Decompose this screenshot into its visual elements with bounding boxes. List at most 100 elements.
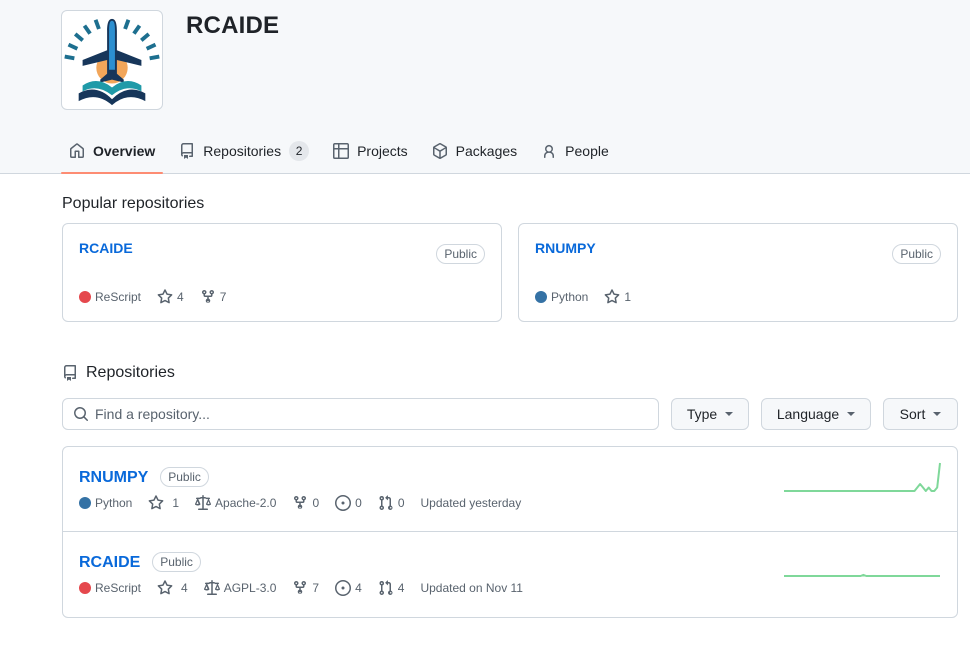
main-content: Popular repositories RCAIDE Public ReScr… [62,174,958,618]
pinned-repo-link[interactable]: RNUMPY [535,240,596,256]
popular-repositories-heading: Popular repositories [62,195,205,212]
repository-link[interactable]: RNUMPY [79,469,148,486]
forks-link[interactable]: 7 [200,289,227,305]
person-icon [544,144,555,158]
home-icon [70,143,84,158]
stars-count: 4 [177,290,184,304]
issue-opened-icon [335,580,352,596]
language-color-dot [79,291,91,303]
forks-count: 7 [312,581,320,595]
forks-link[interactable]: 0 [292,495,319,511]
activity-sparkline [784,573,940,577]
issues-link[interactable]: 0 [335,495,362,511]
repo-icon [64,365,76,381]
tab-people-label: People [565,143,609,159]
visibility-badge: Public [892,244,941,264]
visibility-badge: Public [160,467,209,487]
find-repository-field[interactable] [62,398,659,430]
language-filter-button[interactable]: Language [761,398,871,430]
issue-opened-icon [335,495,352,511]
repository-list: RNUMPY Public Python 1 Apache-2.0 0 0 0 … [62,446,958,618]
stars-link[interactable]: 1 [148,495,179,511]
language: ReScript [79,581,141,595]
updated-time: Updated yesterday [420,496,522,510]
license: Apache-2.0 [195,495,276,511]
activity-sparkline [784,462,941,492]
issues-link[interactable]: 4 [335,580,362,596]
tab-repositories[interactable]: Repositories 2 [171,134,317,168]
law-scale-icon [195,495,212,510]
pinned-repo-card: RCAIDE Public ReScript 4 7 [62,223,502,322]
language-color-dot [535,291,547,303]
pull-request-icon [379,495,393,511]
repositories-heading: Repositories [62,364,958,382]
sort-label: Sort [899,406,926,422]
repository-meta: Python 1 Apache-2.0 0 0 0 Updated yester… [79,495,941,511]
stars-link[interactable]: 4 [157,580,188,596]
sort-button[interactable]: Sort [883,398,958,430]
tab-projects-label: Projects [357,143,408,159]
org-header: RCAIDE Overview Repositories 2 Projects … [0,0,970,174]
tab-people[interactable]: People [533,134,617,168]
license: AGPL-3.0 [203,580,277,596]
tab-overview-label: Overview [93,143,156,159]
license-label: Apache-2.0 [215,496,277,510]
stars-count: 4 [181,581,188,595]
language-color-dot [79,582,91,594]
org-avatar[interactable] [61,10,163,110]
tab-overview[interactable]: Overview [61,134,164,174]
visibility-badge: Public [436,244,485,264]
tab-projects[interactable]: Projects [325,134,416,168]
language: Python [79,496,132,510]
rcaide-logo-icon [64,18,160,106]
type-filter-label: Type [686,406,718,422]
repository-meta: ReScript 4 AGPL-3.0 7 4 4 Updated on Nov… [79,580,941,596]
stars-link[interactable]: 1 [604,289,631,305]
star-icon [157,580,173,595]
forks-link[interactable]: 7 [292,580,319,596]
org-name: RCAIDE [186,12,280,39]
forks-count: 7 [219,290,227,304]
repository-row: RCAIDE Public ReScript 4 AGPL-3.0 7 4 4 … [63,532,957,617]
stars-link[interactable]: 4 [157,289,184,305]
star-icon [148,495,164,510]
language-label: Python [95,496,133,510]
tab-packages[interactable]: Packages [424,134,525,168]
language-color-dot [79,497,91,509]
language: ReScript [79,290,141,304]
tab-packages-label: Packages [455,143,518,159]
issues-count: 4 [355,581,362,595]
caret-down-icon [847,412,856,416]
language: Python [535,290,588,304]
pull-requests-count: 4 [397,581,405,595]
language-label: ReScript [95,290,142,304]
popular-repositories-list: RCAIDE Public ReScript 4 7 RNUMPY Public [62,223,958,322]
repositories-count-badge: 2 [289,141,310,161]
repositories-heading-label: Repositories [86,364,175,381]
forks-count: 0 [312,496,320,510]
pull-requests-count: 0 [397,496,405,510]
star-icon [157,289,173,304]
license-label: AGPL-3.0 [223,581,277,595]
fork-icon [201,289,214,304]
language-filter-label: Language [776,406,840,422]
table-icon [333,143,350,159]
language-label: Python [551,290,589,304]
pinned-repo-link[interactable]: RCAIDE [79,240,133,256]
pull-requests-link[interactable]: 4 [378,580,405,596]
stars-count: 1 [624,290,632,304]
caret-down-icon [933,412,942,416]
type-filter-button[interactable]: Type [671,398,749,430]
repository-link[interactable]: RCAIDE [79,554,140,571]
fork-icon [294,495,307,510]
pinned-repo-card: RNUMPY Public Python 1 [518,223,958,322]
star-icon [604,289,620,304]
package-icon [432,143,447,159]
visibility-badge: Public [152,552,201,572]
find-repository-input[interactable] [95,406,648,422]
tab-repositories-label: Repositories [203,143,282,159]
sparkline-path [784,573,940,577]
repository-filter-bar: Type Language Sort [62,398,958,430]
pull-requests-link[interactable]: 0 [378,495,405,511]
search-icon [74,407,88,421]
